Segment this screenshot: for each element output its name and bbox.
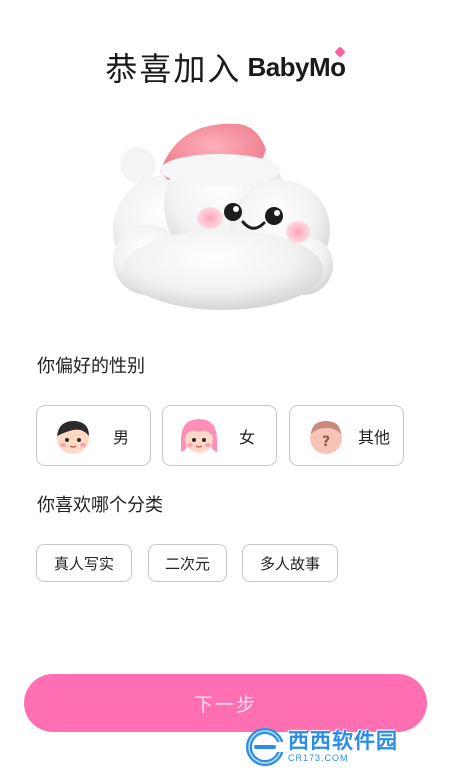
gender-female-label: 女	[239, 427, 256, 447]
watermark-text: 西西软件园	[288, 729, 398, 753]
gender-male-label: 男	[113, 427, 130, 447]
gender-other-label: 其他	[358, 427, 391, 447]
boy-avatar-icon	[57, 420, 89, 454]
brand-logo: BabyMo	[247, 45, 346, 83]
category-chip-realistic[interactable]: 真人写实	[36, 544, 132, 582]
watermark-logo-icon	[246, 728, 284, 766]
category-chip-multi-story[interactable]: 多人故事	[242, 544, 338, 582]
brand-name: BabyMo	[247, 51, 346, 82]
watermark-subtext: CR173.COM	[288, 753, 349, 763]
next-button[interactable]: 下一步	[24, 674, 427, 732]
page-title: 恭喜加入 BabyMo	[0, 44, 451, 90]
welcome-text: 恭喜加入	[105, 50, 242, 88]
gender-option-other[interactable]: ? 其他	[289, 405, 404, 466]
girl-avatar-icon	[181, 418, 217, 453]
watermark: 西西软件园 CR173.COM	[246, 728, 446, 766]
category-chip-anime[interactable]: 二次元	[148, 544, 227, 582]
cloud-mascot-icon	[113, 123, 333, 310]
category-question: 你喜欢哪个分类	[37, 495, 163, 516]
gender-question: 你偏好的性别	[37, 356, 145, 377]
svg-text:?: ?	[322, 434, 330, 450]
gender-option-male[interactable]: 男	[36, 405, 151, 466]
unknown-avatar-icon: ?	[310, 420, 342, 454]
gender-option-female[interactable]: 女	[162, 405, 277, 466]
